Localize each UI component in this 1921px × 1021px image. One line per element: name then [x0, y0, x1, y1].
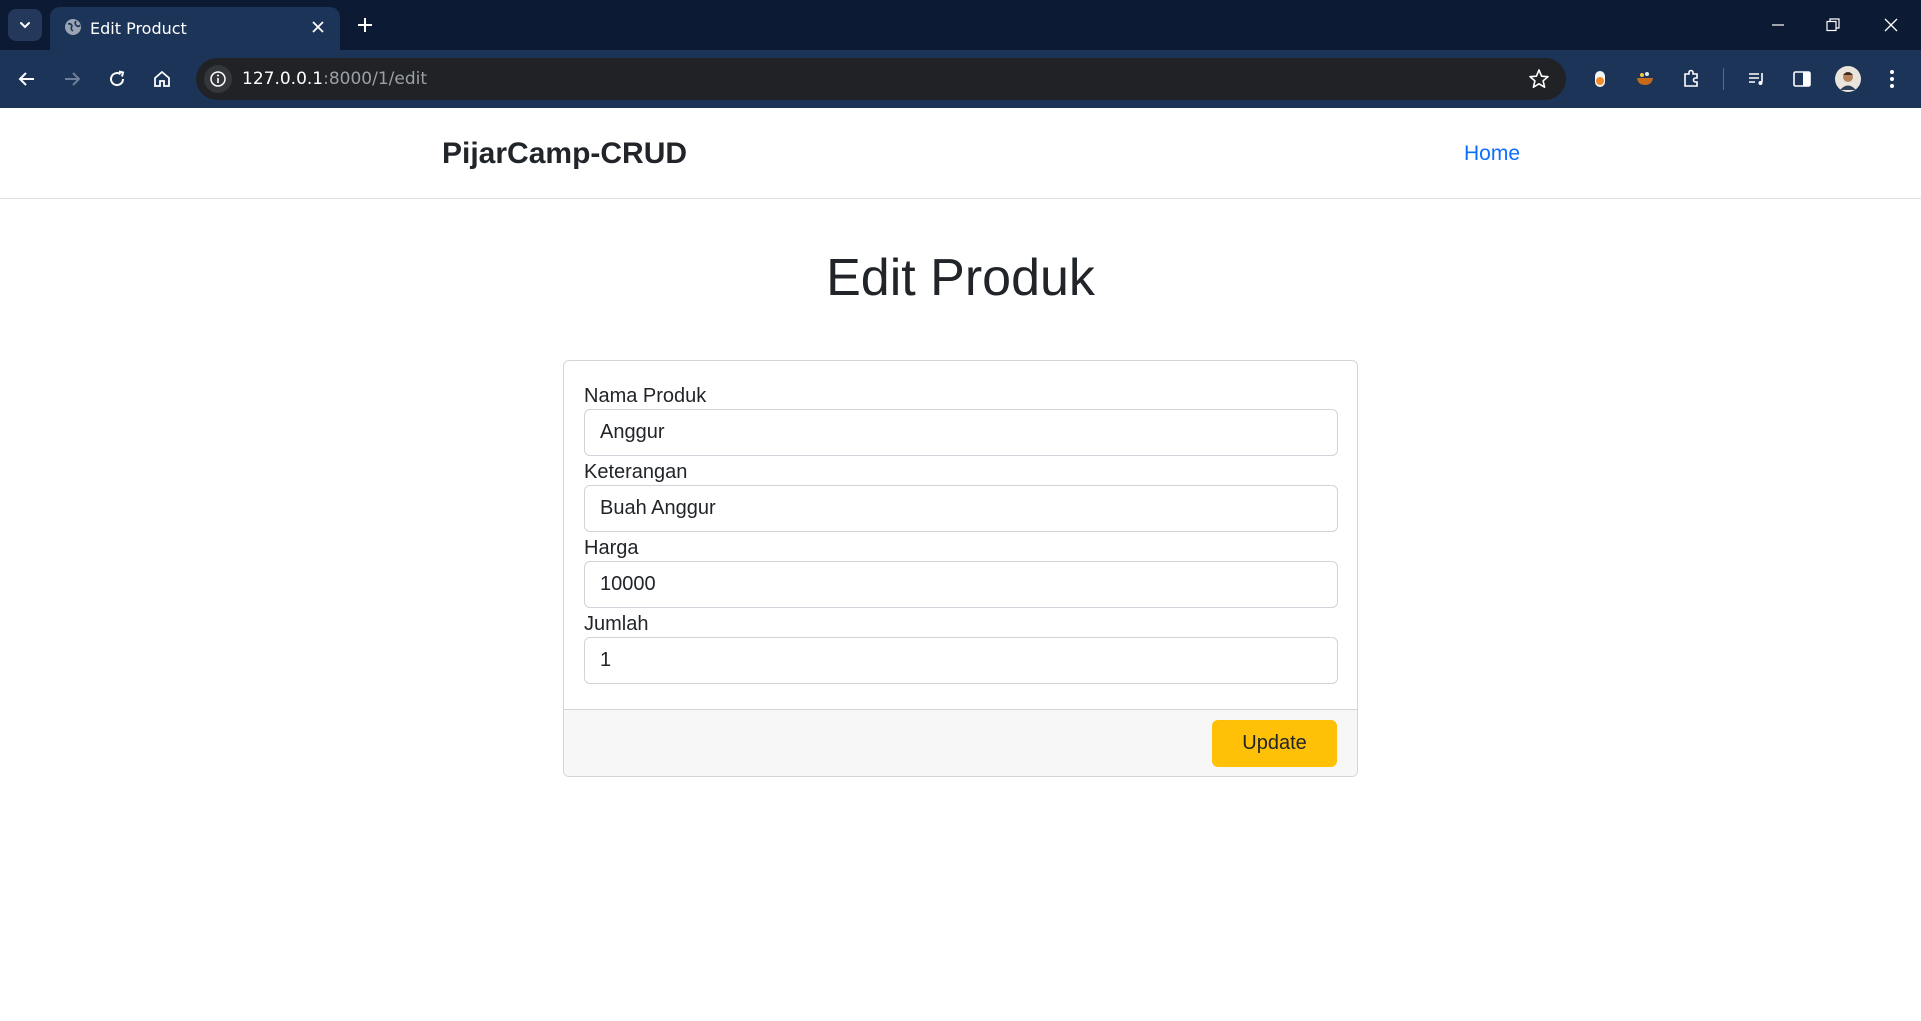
navbar: PijarCamp-CRUD Home	[0, 108, 1921, 199]
keterangan-label: Keterangan	[584, 461, 688, 483]
restore-icon	[1826, 18, 1840, 32]
tab-title: Edit Product	[90, 19, 187, 38]
extension-bowl-icon[interactable]	[1631, 65, 1659, 93]
harga-input[interactable]	[584, 561, 1338, 608]
home-button[interactable]	[146, 63, 178, 95]
window-close-button[interactable]	[1873, 10, 1909, 40]
browser-tab-bar: Edit Product	[0, 0, 1921, 50]
url-text: 127.0.0.1:8000/1/edit	[242, 69, 427, 89]
arrow-left-icon	[18, 72, 34, 86]
jumlah-input[interactable]	[584, 637, 1338, 684]
nav-link-home[interactable]: Home	[1464, 142, 1520, 166]
media-queue-icon	[1749, 73, 1763, 85]
side-panel-button[interactable]	[1788, 65, 1816, 93]
avatar-icon	[1835, 66, 1861, 92]
navbar-brand[interactable]: PijarCamp-CRUD	[442, 137, 687, 171]
arrow-right-icon	[65, 72, 81, 86]
plus-icon	[358, 18, 372, 32]
toolbar-separator	[1723, 68, 1724, 90]
nama-produk-input[interactable]	[584, 409, 1338, 456]
minimize-button[interactable]	[1760, 10, 1796, 40]
menu-button[interactable]	[1878, 65, 1906, 93]
harga-label: Harga	[584, 537, 639, 559]
close-icon	[1884, 18, 1898, 32]
keterangan-input[interactable]	[584, 485, 1338, 532]
browser-tab[interactable]: Edit Product	[50, 7, 340, 50]
side-panel-icon	[1793, 71, 1811, 87]
chevron-down-icon	[20, 22, 30, 29]
browser-toolbar: 127.0.0.1:8000/1/edit	[0, 50, 1921, 108]
tab-close-button[interactable]	[308, 17, 328, 37]
jumlah-label: Jumlah	[584, 613, 649, 635]
home-icon	[154, 70, 170, 87]
puzzle-icon	[1684, 69, 1698, 87]
extensions-button[interactable]	[1677, 65, 1705, 93]
edit-form-footer: Update	[564, 709, 1357, 776]
restore-button[interactable]	[1815, 10, 1851, 40]
minimize-icon	[1772, 24, 1784, 26]
star-icon[interactable]	[1528, 68, 1550, 90]
info-icon	[210, 71, 226, 87]
reload-icon	[110, 70, 125, 87]
page-content: PijarCamp-CRUD Home Edit Produk Nama Pro…	[0, 108, 1921, 1021]
edit-form-card: Nama Produk Keterangan Harga Jumlah Upda…	[563, 360, 1358, 777]
extension-bowl-icon-shape	[1637, 72, 1653, 85]
close-icon	[312, 21, 324, 33]
extension-orange-icon[interactable]	[1586, 65, 1614, 93]
forward-button[interactable]	[56, 63, 88, 95]
new-tab-button[interactable]	[352, 12, 378, 38]
page-title: Edit Produk	[826, 249, 1095, 307]
extension-orange-icon-shape	[1595, 71, 1605, 87]
tab-search-button[interactable]	[8, 9, 42, 41]
address-bar[interactable]: 127.0.0.1:8000/1/edit	[196, 58, 1566, 100]
edit-form-body: Nama Produk Keterangan Harga Jumlah	[564, 361, 1357, 709]
more-vertical-icon	[1890, 70, 1894, 88]
site-info-button[interactable]	[204, 65, 232, 93]
reload-button[interactable]	[101, 63, 133, 95]
url-host: 127.0.0.1	[242, 69, 324, 89]
nama-produk-label: Nama Produk	[584, 385, 707, 407]
back-button[interactable]	[11, 63, 43, 95]
profile-avatar[interactable]	[1834, 65, 1862, 93]
url-path: :8000/1/edit	[323, 69, 428, 89]
update-button[interactable]: Update	[1212, 720, 1337, 767]
media-control-button[interactable]	[1743, 65, 1771, 93]
globe-icon	[65, 19, 81, 35]
